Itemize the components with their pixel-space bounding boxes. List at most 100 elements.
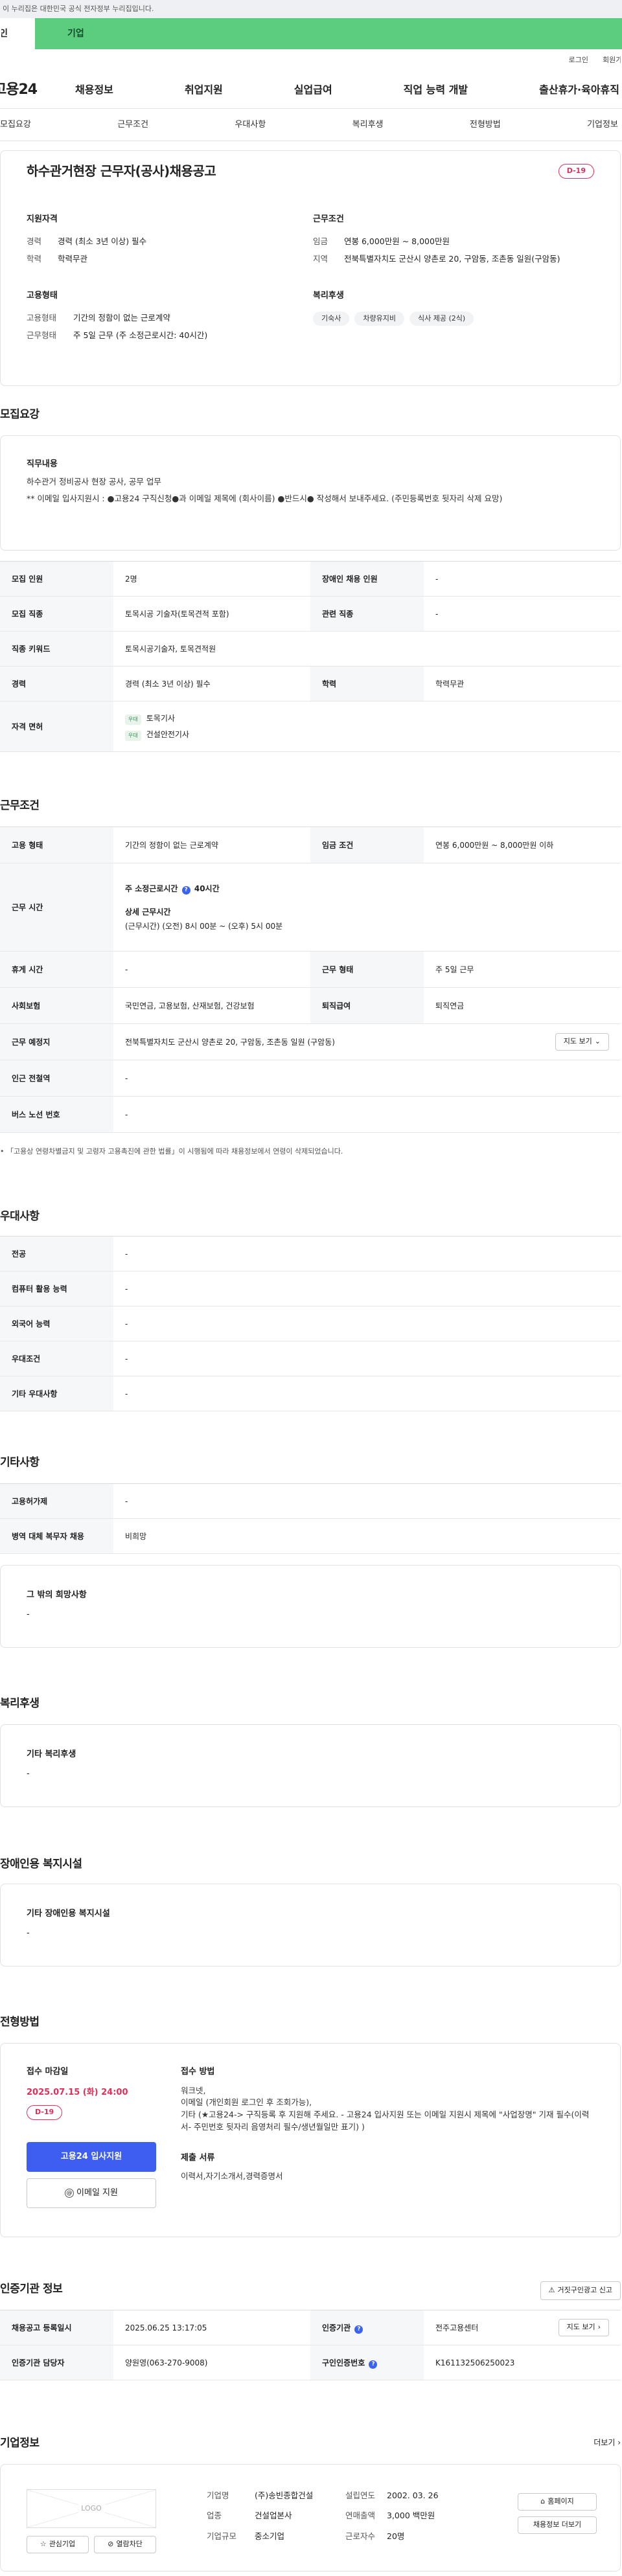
company-info-key: 근로자수 xyxy=(345,2531,376,2541)
place-value: 전북특별자치도 군산시 양촌로 20, 구암동, 조촌동 일원 (구암동) xyxy=(125,1037,335,1047)
recruit-title: 모집요강 xyxy=(0,408,40,421)
cell-key: 인근 전철역 xyxy=(0,1060,113,1097)
prefer-badge: 우대 xyxy=(125,714,141,725)
apply-button[interactable]: 고용24 입사지원 xyxy=(27,2141,156,2172)
hours-main-label: 주 소정근로시간 xyxy=(125,883,178,893)
tab-preferences[interactable]: 우대사항 xyxy=(235,119,266,131)
map-button[interactable]: 지도 보기 ⌄ xyxy=(555,1033,609,1051)
prefer-title: 우대사항 xyxy=(0,1210,40,1223)
cell-value: 국민연금, 고용보험, 산재보험, 건강보험 xyxy=(113,987,310,1024)
user-type-individual[interactable]: 개인 xyxy=(0,18,35,49)
fav-company-button[interactable]: ☆ 관심기업 xyxy=(27,2536,89,2553)
method-line: 워크넷, xyxy=(181,2085,206,2095)
company-logo: LOGO xyxy=(27,2489,156,2528)
tab-selection[interactable]: 전형방법 xyxy=(470,119,501,131)
table-row: 경력 경력 (최소 3년 이상) 필수 학력 학력무관 xyxy=(0,666,621,701)
cond-key: 지역 xyxy=(313,253,328,264)
company-info-value: 2002. 03. 26 xyxy=(387,2491,439,2500)
cell-key: 전공 xyxy=(0,1236,113,1271)
table-row: 컴퓨터 활용 능력 - xyxy=(0,1271,621,1306)
cell-value: - xyxy=(113,1376,621,1411)
cell-key: 임금 조건 xyxy=(310,826,424,863)
cell-value: - xyxy=(113,1271,621,1306)
cell-value: 비희망 xyxy=(113,1518,621,1554)
license-name: 토목기사 xyxy=(146,713,175,723)
table-row: 모집 인원 2명 장애인 채용 인원 - xyxy=(0,561,621,597)
work-table: 고용 형태 기간의 정함이 없는 근로계약 임금 조건 연봉 6,000만원 ~ 8,… xyxy=(0,826,621,1133)
cond-row: 지역 전북특별자치도 군산시 양촌로 20, 구암동, 조촌동 일원(구암동) xyxy=(313,253,594,265)
qual-row: 학력 학력무관 xyxy=(27,253,310,265)
license-item: 우대 건설안전기사 xyxy=(125,729,609,741)
info-icon[interactable]: ? xyxy=(181,885,190,895)
etc-title: 기타사항 xyxy=(0,1456,40,1469)
gnb-item-maternity-leave[interactable]: 출산휴가·육아휴직 xyxy=(539,82,619,98)
qual-value: 경력 (최소 3년 이상) 필수 xyxy=(58,236,147,246)
cell-key: 학력 xyxy=(310,666,424,701)
hours-detail: (근무시간) (오전) 8시 00분 ~ (오후) 5시 00분 xyxy=(125,921,283,931)
join-link[interactable]: 회원가입 xyxy=(603,55,621,66)
cell-value: 퇴직연금 xyxy=(424,987,621,1024)
hours-detail-title: 상세 근무시간 xyxy=(125,907,171,917)
cell-key: 병역 대체 복무자 채용 xyxy=(0,1518,113,1554)
agency-key-label: 인증기관 xyxy=(322,2323,351,2332)
table-row: 인증기관 담당자 양원영(063-270-9008) 구인인증번호 ? K161132… xyxy=(0,2345,621,2380)
cell-key: 고용 형태 xyxy=(0,826,113,863)
company-info-key: 기업규모 xyxy=(207,2531,237,2541)
dday-badge: D-19 xyxy=(558,164,594,179)
cell-value: - xyxy=(113,951,310,988)
prefer-table: 전공 - 컴퓨터 활용 능력 - 외국어 능력 - 우대조건 - 기타 우대사항 - xyxy=(0,1236,621,1411)
gnb-item-vocational-training[interactable]: 직업 능력 개발 xyxy=(404,82,468,98)
cond-key: 임금 xyxy=(313,236,328,246)
login-link[interactable]: 로그인 xyxy=(569,55,588,66)
welfare-box-title: 기타 복리후생 xyxy=(27,1750,76,1759)
cond-row: 임금 연봉 6,000만원 ~ 8,000만원 xyxy=(313,235,594,247)
tab-company[interactable]: 기업정보 xyxy=(587,119,618,131)
tab-recruit[interactable]: 모집요강 xyxy=(0,119,31,131)
company-more-link[interactable]: 더보기 › xyxy=(593,2437,621,2448)
company-jobs-button[interactable]: 채용정보 더보기 xyxy=(518,2516,597,2534)
tab-work-conditions[interactable]: 근무조건 xyxy=(117,119,148,131)
company-title: 기업정보 xyxy=(0,2437,40,2450)
agency-map-button[interactable]: 지도 보기 › xyxy=(558,2319,609,2336)
gnb-menu: 채용정보 취업지원 실업급여 직업 능력 개발 출산휴가·육아휴직 xyxy=(65,82,622,98)
info-icon[interactable]: ? xyxy=(369,2360,378,2369)
table-row: 우대조건 - xyxy=(0,1341,621,1376)
company-info-row: 기업규모 중소기업 근로자수 20명 xyxy=(207,2530,439,2542)
table-row: 근무 예정지 전북특별자치도 군산시 양촌로 20, 구암동, 조촌동 일원 (구… xyxy=(0,1023,621,1060)
block-company-button[interactable]: ⊘ 열람차단 xyxy=(94,2536,156,2553)
email-apply-button[interactable]: @ 이메일 지원 xyxy=(27,2178,156,2208)
summary-box: 하수관거현장 근무자(공사)채용공고 D-19 지원자격 경력 경력 (최소 3년… xyxy=(0,150,621,386)
cell-value: - xyxy=(113,1306,621,1341)
block-label: 열람차단 xyxy=(116,2540,143,2548)
homepage-button[interactable]: ⌂ 홈페이지 xyxy=(518,2493,597,2511)
gnb-item-employment-support[interactable]: 취업지원 xyxy=(185,82,223,98)
gov-banner: 이 누리집은 대한민국 공식 전자정부 누리집입니다. xyxy=(0,0,622,18)
emp-col: 고용형태 고용형태 기간의 정함이 없는 근로계약 근무형태 주 5일 근무 (주 … xyxy=(27,290,310,347)
cell-value: 양원영(063-270-9008) xyxy=(113,2345,310,2380)
cond-value: 연봉 6,000만원 ~ 8,000만원 xyxy=(344,236,450,246)
user-type-individual-label: 개인 xyxy=(1,28,8,39)
company-info-value: 중소기업 xyxy=(255,2531,285,2541)
deadline-col: 접수 마감일 2025.07.15 (화) 24:00 D-19 고용24 입사… xyxy=(27,2066,156,2208)
info-icon[interactable]: ? xyxy=(354,2325,363,2334)
cell-value: 2025.06.25 13:17:05 xyxy=(113,2310,310,2345)
user-type-company[interactable]: 기업 xyxy=(35,18,622,49)
cell-value: 주 소정근로시간 ? 40시간 상세 근무시간 (근무시간) (오전) 8시 0… xyxy=(113,863,621,952)
cell-key: 장애인 채용 인원 xyxy=(310,561,424,597)
table-row: 채용공고 등록일시 2025.06.25 13:17:05 인증기관 ? 전주고용센터… xyxy=(0,2310,621,2345)
table-row: 고용허가제 - xyxy=(0,1483,621,1519)
welfare-chip: 식사 제공 (2식) xyxy=(409,311,474,326)
method-line: 이메일 (개인회원 로그인 후 조회가능), xyxy=(181,2097,312,2108)
gnb-item-unemployment-benefit[interactable]: 실업급여 xyxy=(294,82,332,98)
cond-col: 근무조건 임금 연봉 6,000만원 ~ 8,000만원 지역 전북특별자치도 군산… xyxy=(310,213,594,270)
agency-name: 전주고용센터 xyxy=(435,2323,479,2332)
gnb-item-jobs[interactable]: 채용정보 xyxy=(75,82,113,98)
site-logo[interactable]: 고용24 xyxy=(0,79,65,100)
cond-value: 전북특별자치도 군산시 양촌로 20, 구암동, 조촌동 일원(구암동) xyxy=(344,253,560,264)
disabled-box-title: 기타 장애인용 복지시설 xyxy=(27,1909,110,1919)
summary-columns: 지원자격 경력 경력 (최소 3년 이상) 필수 학력 학력무관 근무조건 임금 연봉… xyxy=(27,213,594,270)
method-title: 접수 방법 xyxy=(181,2067,215,2077)
report-button[interactable]: ⚠ 거짓구인광고 신고 xyxy=(540,2281,621,2300)
cell-key: 고용허가제 xyxy=(0,1483,113,1519)
tab-welfare[interactable]: 복리후생 xyxy=(352,119,384,131)
